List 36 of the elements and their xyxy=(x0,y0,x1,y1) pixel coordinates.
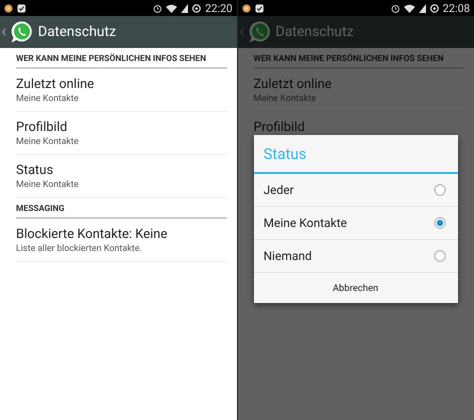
section-header: WER KANN MEINE PERSÖNLICHEN INFOS SEHEN xyxy=(16,48,226,69)
setting-value: Meine Kontakte xyxy=(16,136,80,148)
chat-bubble-logo-icon[interactable] xyxy=(10,20,34,44)
screen-title: Datenschutz xyxy=(276,24,354,40)
setting-value: Meine Kontakte xyxy=(16,93,80,105)
alarm-icon xyxy=(390,4,400,12)
option-label[interactable]: Meine Kontakte xyxy=(264,216,347,230)
cancel-button[interactable]: Abbrechen xyxy=(254,273,458,303)
option-label[interactable]: Niemand xyxy=(264,249,312,263)
radio-button[interactable] xyxy=(434,217,446,229)
setting-title[interactable]: Profilbild xyxy=(16,120,226,136)
radio-button[interactable] xyxy=(434,250,446,262)
clock-time: 22:20 xyxy=(205,2,232,14)
setting-value: Liste aller blockierten Kontakte. xyxy=(16,243,143,255)
radio-button[interactable] xyxy=(434,184,446,196)
screen-title: Datenschutz xyxy=(38,24,116,40)
setting-title[interactable]: Zuletzt online xyxy=(16,77,226,93)
clock-time: 22:08 xyxy=(442,2,470,14)
signal-icon xyxy=(181,4,188,12)
wifi-icon xyxy=(166,4,178,12)
dialog-title: Status xyxy=(254,135,458,174)
setting-title[interactable]: Status xyxy=(16,163,226,179)
section-header: WER KANN MEINE PERSÖNLICHEN INFOS SEHEN xyxy=(254,48,464,69)
alarm-icon xyxy=(153,4,162,12)
check-icon xyxy=(17,4,26,12)
setting-value: Meine Kontakte xyxy=(16,179,80,191)
notification-icon xyxy=(242,4,250,12)
wifi-icon xyxy=(404,4,415,12)
notification-icon xyxy=(4,4,13,12)
setting-title[interactable]: Blockierte Kontakte: Keine xyxy=(16,227,226,243)
setting-value: Meine Kontakte xyxy=(254,93,318,105)
section-header: MESSAGING xyxy=(16,198,226,219)
option-label[interactable]: Jeder xyxy=(264,183,294,197)
signal-icon xyxy=(418,4,426,12)
check-icon xyxy=(254,4,264,12)
back-icon[interactable] xyxy=(2,28,6,36)
